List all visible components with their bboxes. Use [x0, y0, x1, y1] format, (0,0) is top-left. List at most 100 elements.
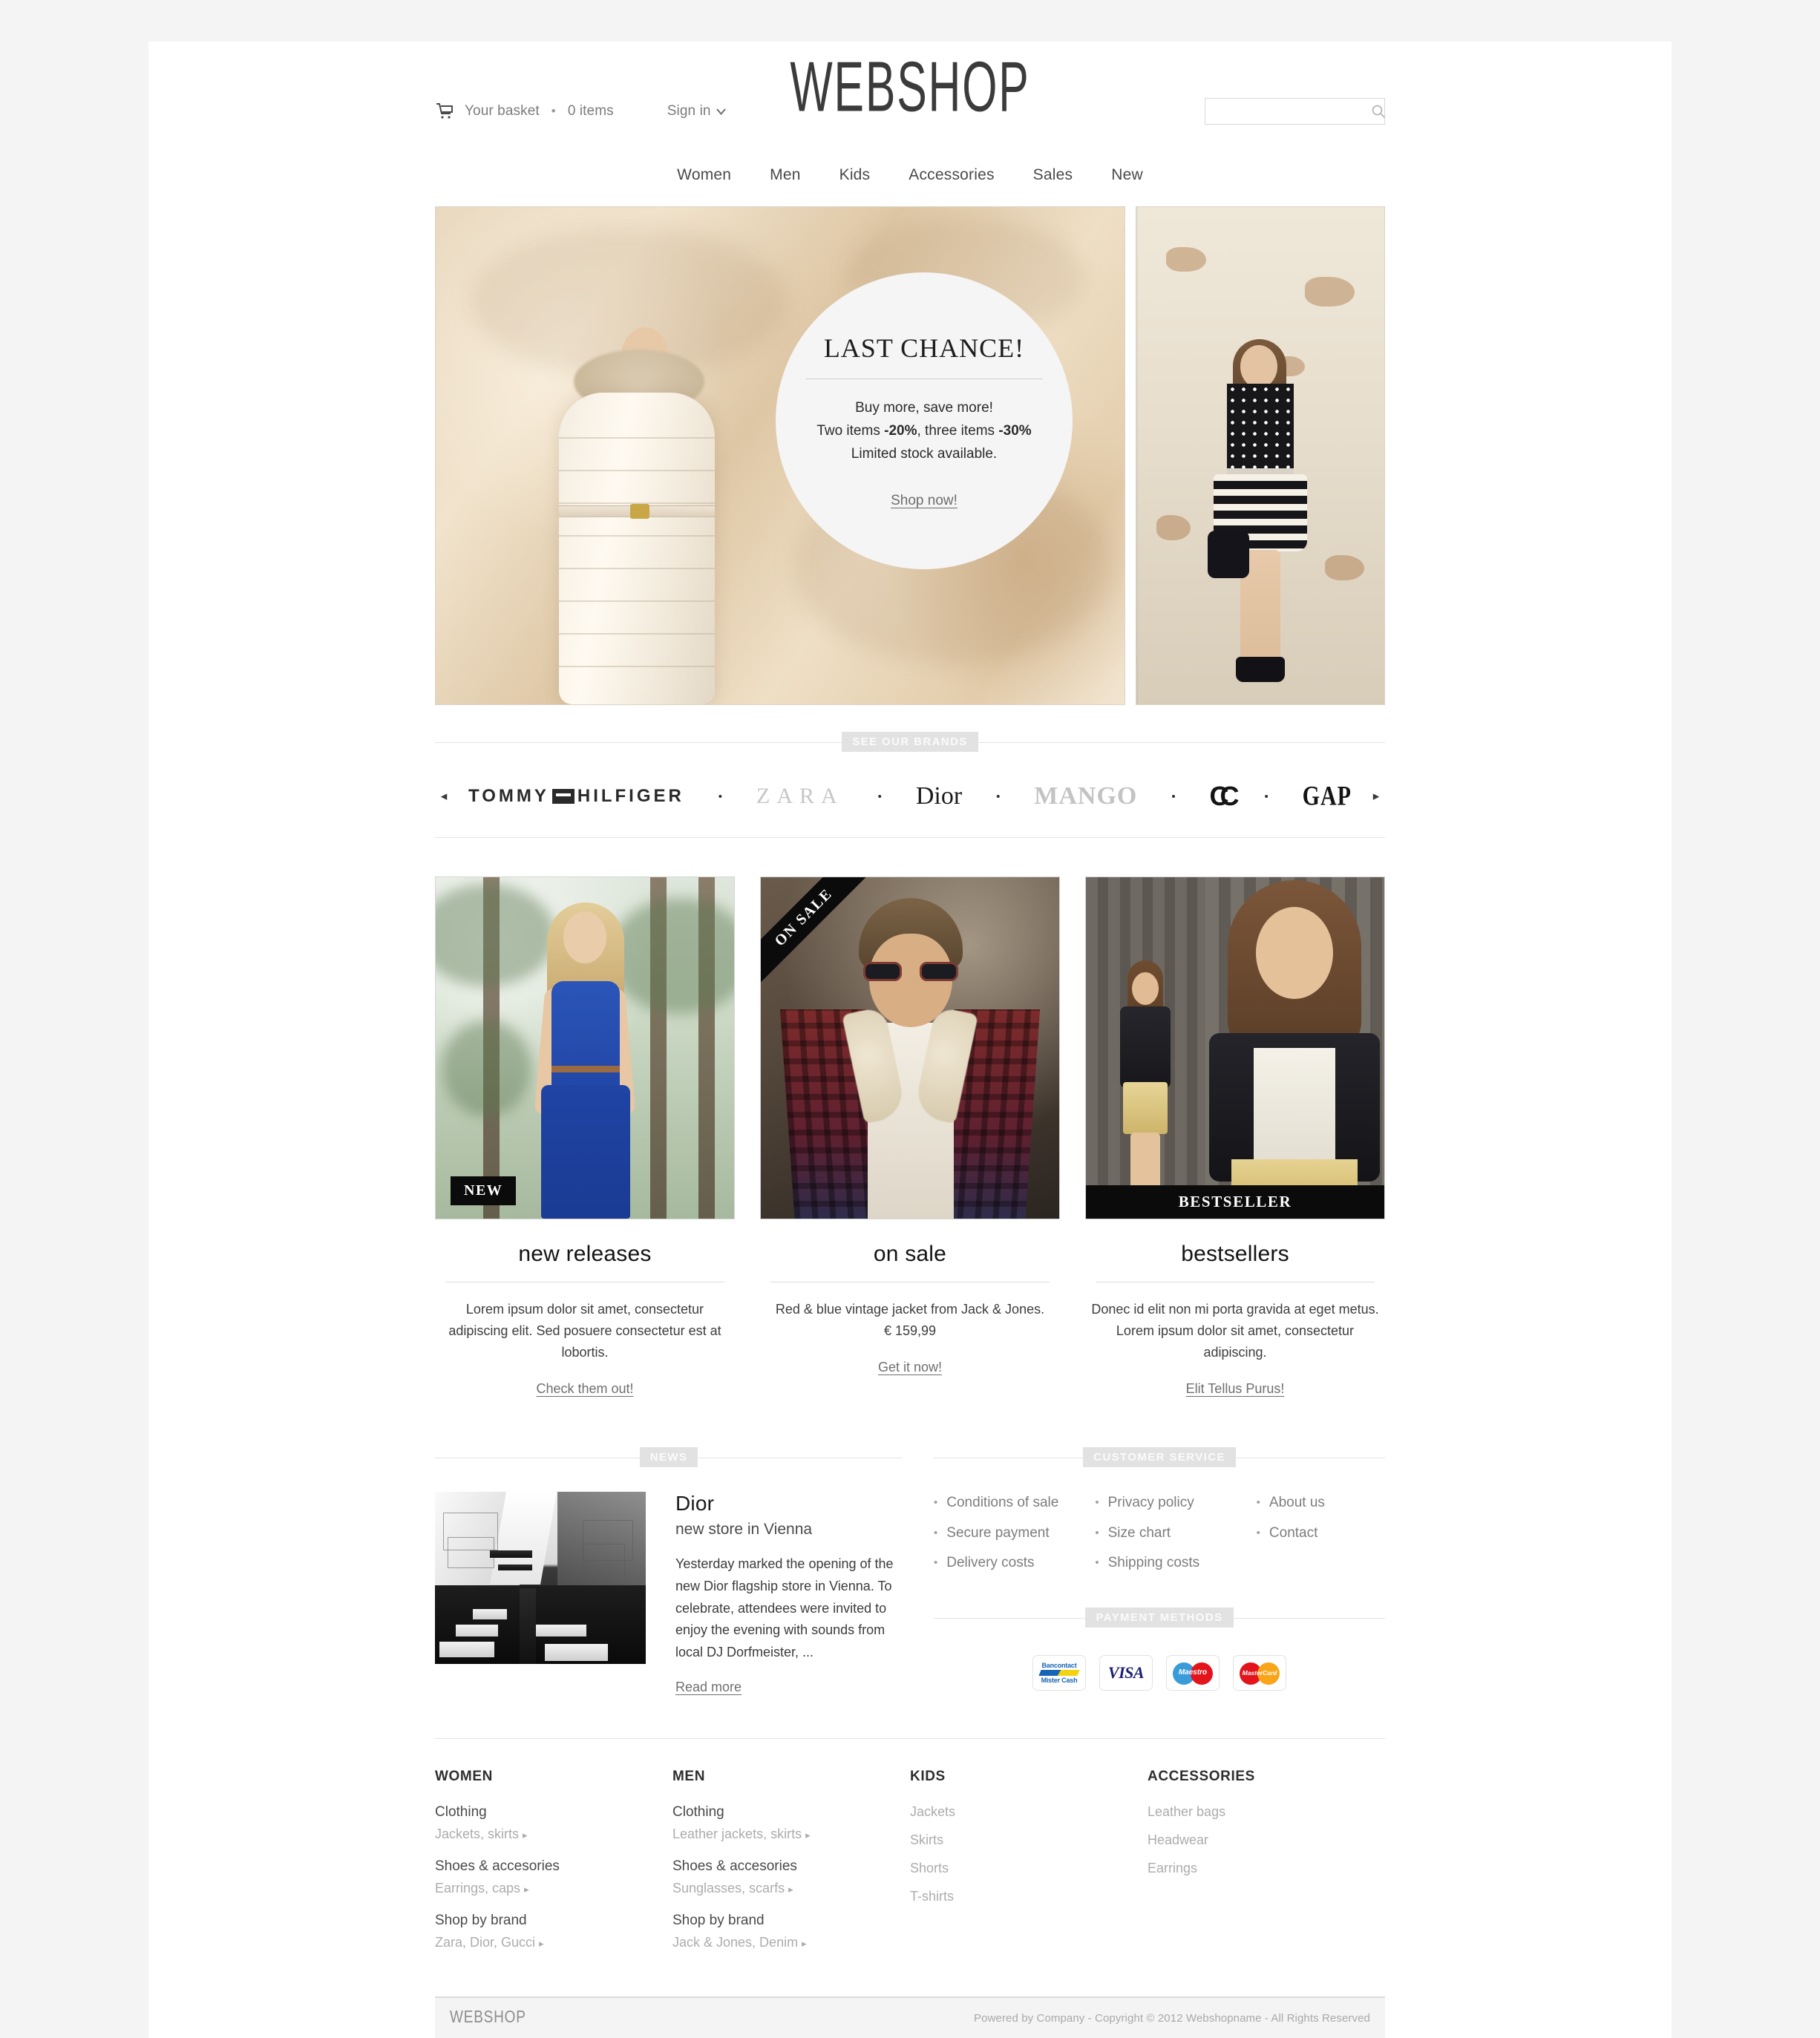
card-image-new-releases[interactable]: NEW — [435, 877, 735, 1219]
footer-sublink-earrings-caps[interactable]: Earrings, caps ▸ — [435, 1881, 672, 1896]
card-link-bestsellers[interactable]: Elit Tellus Purus! — [1085, 1381, 1385, 1397]
brand-logo-chanel[interactable]: CC — [1210, 781, 1240, 812]
brand-logo-dior[interactable]: Dior — [916, 782, 962, 810]
footer-sublink-jackets-skirts[interactable]: Jackets, skirts ▸ — [435, 1826, 672, 1842]
card-title-on-sale: on sale — [873, 1242, 947, 1266]
badge-bestseller: BESTSELLER — [1086, 1185, 1384, 1219]
brand-separator-dot: • — [877, 790, 882, 803]
news-thumbnail[interactable] — [435, 1492, 646, 1665]
nav-item-sales[interactable]: Sales — [1033, 166, 1073, 184]
card-image-on-sale[interactable]: ON SALE — [760, 877, 1060, 1219]
hero-main-image[interactable]: LAST CHANCE! Buy more, save more! Two it… — [435, 206, 1125, 705]
search-input[interactable] — [1205, 99, 1371, 124]
payment-section-header: PAYMENT METHODS — [934, 1607, 1385, 1630]
hero-side-image[interactable] — [1136, 206, 1385, 705]
bottom-bar-logo[interactable]: WEBSHOP — [450, 2008, 526, 2027]
brands-prev-arrow-icon[interactable]: ◂ — [436, 789, 451, 804]
service-link-label: Secure payment — [946, 1524, 1050, 1541]
bullet-icon: • — [1256, 1526, 1260, 1539]
footer-sublink-leather-jackets-skirts[interactable]: Leather jackets, skirts ▸ — [672, 1826, 910, 1842]
footer-link-kids-skirts[interactable]: Skirts — [910, 1832, 1148, 1848]
footer-link-shoes-accesories-men[interactable]: Shoes & accesories — [672, 1858, 910, 1875]
service-link-shipping-costs[interactable]: • Shipping costs — [1095, 1555, 1223, 1572]
bullet-icon: • — [1095, 1556, 1099, 1570]
nav-item-accessories[interactable]: Accessories — [909, 166, 994, 184]
card-link-on-sale[interactable]: Get it now! — [760, 1360, 1060, 1375]
footer-link-kids-tshirts[interactable]: T-shirts — [910, 1889, 1148, 1904]
brand-logo-tommy-hilfiger[interactable]: TOMMY HILFIGER — [468, 786, 684, 807]
chevron-right-icon: ▸ — [539, 1938, 544, 1950]
nav-item-men[interactable]: Men — [770, 166, 800, 184]
footer-sublink-jack-jones-denim[interactable]: Jack & Jones, Denim ▸ — [672, 1935, 910, 1950]
nav-item-women[interactable]: Women — [677, 166, 731, 184]
footer-link-leather-bags[interactable]: Leather bags — [1148, 1804, 1385, 1820]
payment-icon-maestro: Maestro — [1166, 1654, 1220, 1691]
footer-link-shoes-accesories[interactable]: Shoes & accesories — [435, 1858, 672, 1875]
card1-model-figure — [514, 900, 655, 1219]
brand-logo-zara[interactable]: ZARA — [756, 784, 844, 809]
footer-sublink-sunglasses-scarfs[interactable]: Sunglasses, scarfs ▸ — [672, 1881, 910, 1896]
brand-logo-mango[interactable]: MANGO — [1034, 782, 1137, 810]
footer-navigation: WOMEN Clothing Jackets, skirts ▸ Shoes &… — [435, 1738, 1385, 1967]
footer-link-earrings[interactable]: Earrings — [1148, 1861, 1385, 1876]
maestro-wordmark: Maestro — [1178, 1668, 1208, 1677]
news-read-more-link[interactable]: Read more — [675, 1680, 742, 1695]
sign-in-label: Sign in — [667, 103, 711, 119]
service-link-size-chart[interactable]: • Size chart — [1095, 1525, 1223, 1542]
card2-price: € 159,99 — [883, 1323, 937, 1339]
bancontact-line-1: Bancontact — [1041, 1661, 1077, 1669]
tommy-flag-icon — [551, 789, 575, 804]
nav-item-new[interactable]: New — [1111, 166, 1143, 184]
footer-group-shoes-accesories-men: Shoes & accesories Sunglasses, scarfs ▸ — [672, 1858, 910, 1896]
cart-icon[interactable] — [435, 102, 454, 120]
service-link-conditions-of-sale[interactable]: • Conditions of sale — [934, 1495, 1062, 1512]
bancontact-bar-icon — [1038, 1669, 1080, 1676]
footer-heading-kids: KIDS — [910, 1769, 946, 1785]
promo-line-3: Limited stock available. — [851, 445, 998, 462]
footer-link-headwear[interactable]: Headwear — [1148, 1832, 1385, 1848]
footer-column-accessories: ACCESSORIES Leather bags Headwear Earrin… — [1148, 1769, 1385, 1967]
news-article: Dior new store in Vienna Yesterday marke… — [435, 1492, 903, 1695]
promo-title: LAST CHANCE! — [823, 333, 1025, 364]
search-box[interactable] — [1205, 98, 1386, 125]
badge-new: NEW — [451, 1176, 517, 1205]
card-image-bestsellers[interactable]: BESTSELLER — [1085, 877, 1385, 1219]
footer-link-shop-by-brand-men[interactable]: Shop by brand — [672, 1913, 910, 1929]
search-icon[interactable] — [1371, 104, 1386, 119]
service-link-contact[interactable]: • Contact — [1257, 1525, 1385, 1542]
chevron-right-icon: ▸ — [805, 1829, 811, 1841]
service-link-label: Size chart — [1107, 1524, 1171, 1541]
site-logo[interactable]: WEBSHOP — [779, 46, 1040, 125]
nav-item-kids[interactable]: Kids — [839, 166, 871, 184]
promo-shop-now-link[interactable]: Shop now! — [891, 493, 958, 509]
bullet-icon: • — [934, 1526, 938, 1539]
footer-link-shop-by-brand[interactable]: Shop by brand — [435, 1913, 672, 1929]
service-link-privacy-policy[interactable]: • Privacy policy — [1095, 1495, 1223, 1512]
service-link-about-us[interactable]: • About us — [1257, 1495, 1385, 1512]
copyright-text: Powered by Company - Copyright © 2012 We… — [974, 2011, 1370, 2025]
bullet-icon: • — [1256, 1496, 1260, 1510]
basket-label[interactable]: Your basket — [465, 103, 540, 119]
product-card-bestsellers: BESTSELLER bestsellers Donec id elit non… — [1085, 877, 1385, 1397]
footer-link-kids-jackets[interactable]: Jackets — [910, 1804, 1148, 1820]
brand-logo-gap[interactable]: GAP — [1303, 781, 1352, 813]
bullet-icon: • — [1095, 1496, 1099, 1510]
collage-left-panel — [1086, 877, 1205, 1219]
footer-heading-women: WOMEN — [435, 1769, 493, 1785]
footer-link-clothing-men[interactable]: Clothing — [672, 1804, 910, 1821]
footer-sublink-zara-dior-gucci[interactable]: Zara, Dior, Gucci ▸ — [435, 1935, 672, 1950]
service-link-secure-payment[interactable]: • Secure payment — [934, 1525, 1062, 1542]
service-link-delivery-costs[interactable]: • Delivery costs — [934, 1555, 1062, 1572]
brands-next-arrow-icon[interactable]: ▸ — [1369, 789, 1384, 804]
brand-separator-dot: • — [718, 790, 723, 803]
footer-link-clothing[interactable]: Clothing — [435, 1804, 672, 1821]
bullet-icon: • — [934, 1496, 938, 1510]
sunglasses-icon — [863, 962, 958, 981]
footer-group-shop-by-brand-men: Shop by brand Jack & Jones, Denim ▸ — [672, 1913, 910, 1950]
card-link-new-releases[interactable]: Check them out! — [435, 1381, 735, 1397]
footer-sublink-label: Zara, Dior, Gucci — [435, 1935, 536, 1950]
site-container: Your basket • 0 items Sign in WEBSHOP Wo… — [148, 42, 1672, 2038]
footer-link-kids-shorts[interactable]: Shorts — [910, 1861, 1148, 1876]
lower-section: NEWS Dior new store in Vienna Yesterday … — [435, 1447, 1385, 1695]
sign-in-button[interactable]: Sign in — [667, 103, 726, 119]
